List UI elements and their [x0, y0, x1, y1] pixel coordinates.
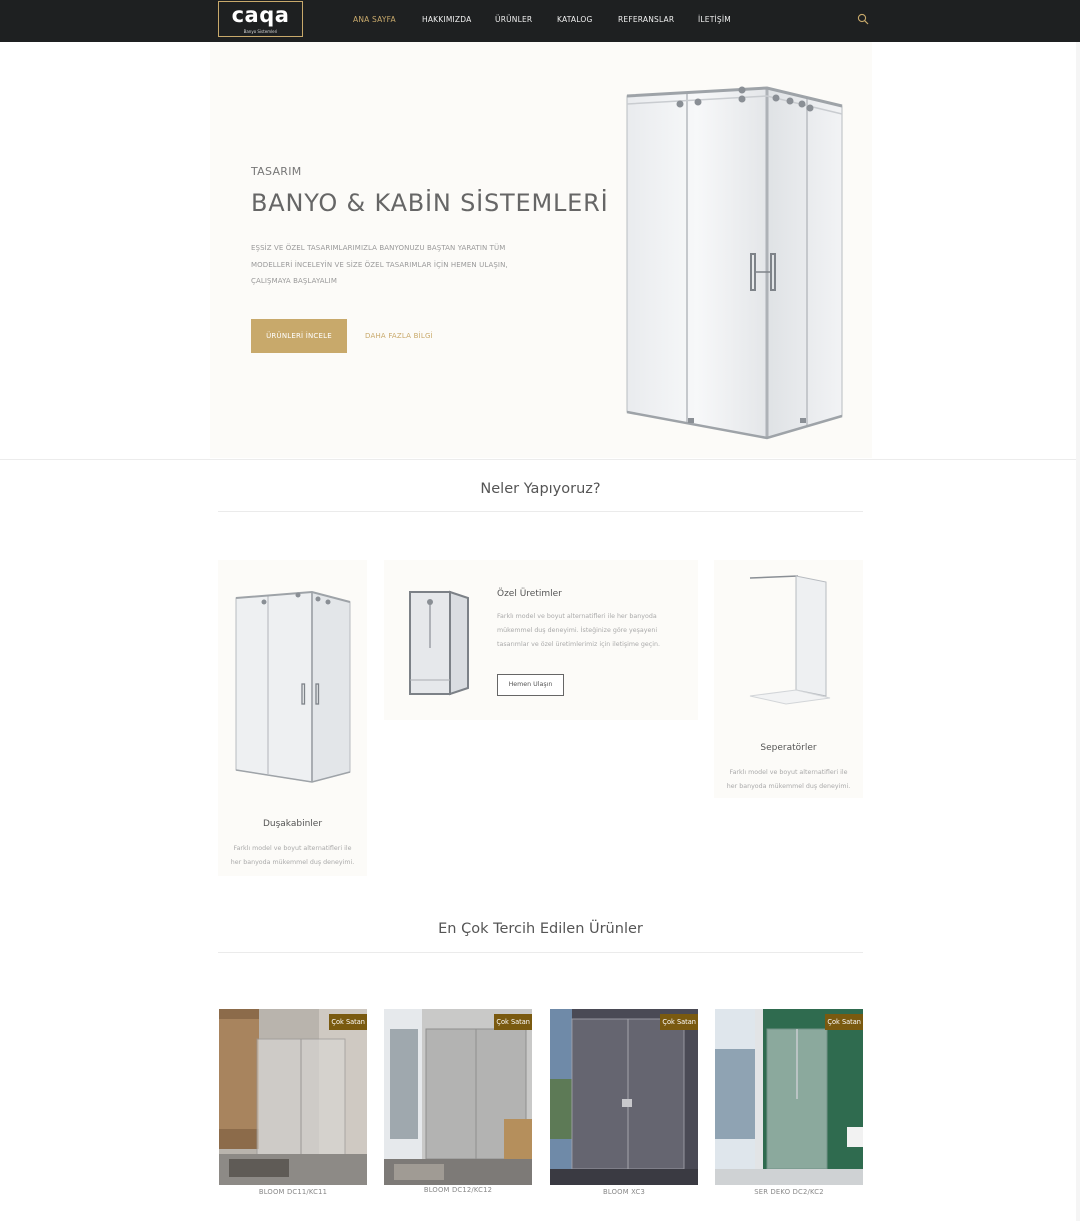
hero-description: EŞSİZ VE ÖZEL TASARIMLARIMIZLA BANYONUZU…: [251, 244, 508, 285]
product-image: [384, 1009, 532, 1185]
top-navigation-bar: caqa Banyo Sistemleri ANA SAYFA HAKKIMIZ…: [0, 0, 1080, 42]
brand-logo-tagline: Banyo Sistemleri: [243, 29, 278, 34]
contact-now-button[interactable]: Hemen Ulaşın: [497, 674, 564, 696]
service-card-title: Duşakabinler: [262, 819, 323, 829]
search-icon[interactable]: [857, 13, 869, 25]
product-name[interactable]: BLOOM DC11/KC11: [219, 1188, 367, 1196]
products-section-title: En Çok Tercih Edilen Ürünler: [438, 921, 643, 937]
service-card-title: Özel Üretimler: [497, 589, 562, 599]
custom-cabin-image: [409, 590, 469, 696]
service-card-text: Farklı model ve boyut alternatifleri ile…: [497, 613, 661, 648]
brand-logo[interactable]: caqa Banyo Sistemleri: [218, 1, 303, 37]
services-section-title: Neler Yapıyoruz?: [480, 481, 601, 497]
best-seller-badge: Çok Satan: [660, 1014, 698, 1030]
service-card-seperatorler[interactable]: Seperatörler Farklı model ve boyut alter…: [714, 560, 863, 798]
product-image: [715, 1009, 863, 1185]
shower-cabin-image: [235, 590, 351, 783]
service-card-title: Seperatörler: [760, 743, 817, 753]
brand-logo-wordmark: caqa: [231, 3, 290, 27]
nav-item-referanslar[interactable]: REFERANSLAR: [618, 15, 674, 24]
hero-title: BANYO & KABİN SİSTEMLERİ: [251, 189, 609, 217]
service-card-dusakabinler[interactable]: Duşakabinler Farklı model ve boyut alter…: [218, 560, 367, 876]
product-name[interactable]: BLOOM DC12/KC12: [384, 1186, 532, 1194]
product-card-ser-deko-dc2[interactable]: Çok Satan: [715, 1009, 863, 1185]
product-card-bloom-dc11[interactable]: Çok Satan: [219, 1009, 367, 1185]
page-scrollbar-track[interactable]: [1076, 42, 1080, 1221]
nav-item-katalog[interactable]: KATALOG: [557, 15, 593, 24]
hero-divider: [0, 459, 1080, 460]
service-card-ozel-uretimler[interactable]: Özel Üretimler Farklı model ve boyut alt…: [384, 560, 698, 720]
hero-shower-cabin-image: [626, 86, 843, 440]
product-image: [219, 1009, 367, 1185]
product-name[interactable]: SER DEKO DC2/KC2: [715, 1188, 863, 1196]
more-info-link[interactable]: DAHA FAZLA BİLGİ: [365, 332, 433, 340]
nav-item-ana-sayfa[interactable]: ANA SAYFA: [353, 15, 396, 24]
product-image: [550, 1009, 698, 1185]
best-seller-badge: Çok Satan: [494, 1014, 532, 1030]
nav-item-hakkimizda[interactable]: HAKKIMIZDA: [422, 15, 471, 24]
view-products-button[interactable]: ÜRÜNLERİ İNCELE: [251, 319, 347, 353]
nav-item-urunler[interactable]: ÜRÜNLER: [495, 15, 532, 24]
best-seller-badge: Çok Satan: [825, 1014, 863, 1030]
product-card-bloom-xc3[interactable]: Çok Satan: [550, 1009, 698, 1185]
services-title-divider: [218, 511, 863, 512]
hero-eyebrow: TASARIM: [251, 165, 302, 178]
service-card-text: Farklı model ve boyut alternatifleri ile…: [726, 769, 851, 790]
nav-item-iletisim[interactable]: İLETİŞİM: [698, 15, 731, 24]
product-name[interactable]: BLOOM XC3: [550, 1188, 698, 1196]
separator-panel-image: [749, 575, 831, 705]
service-card-text: Farklı model ve boyut alternatifleri ile…: [230, 845, 355, 866]
product-card-bloom-dc12[interactable]: Çok Satan: [384, 1009, 532, 1185]
products-title-divider: [218, 952, 863, 953]
best-seller-badge: Çok Satan: [329, 1014, 367, 1030]
